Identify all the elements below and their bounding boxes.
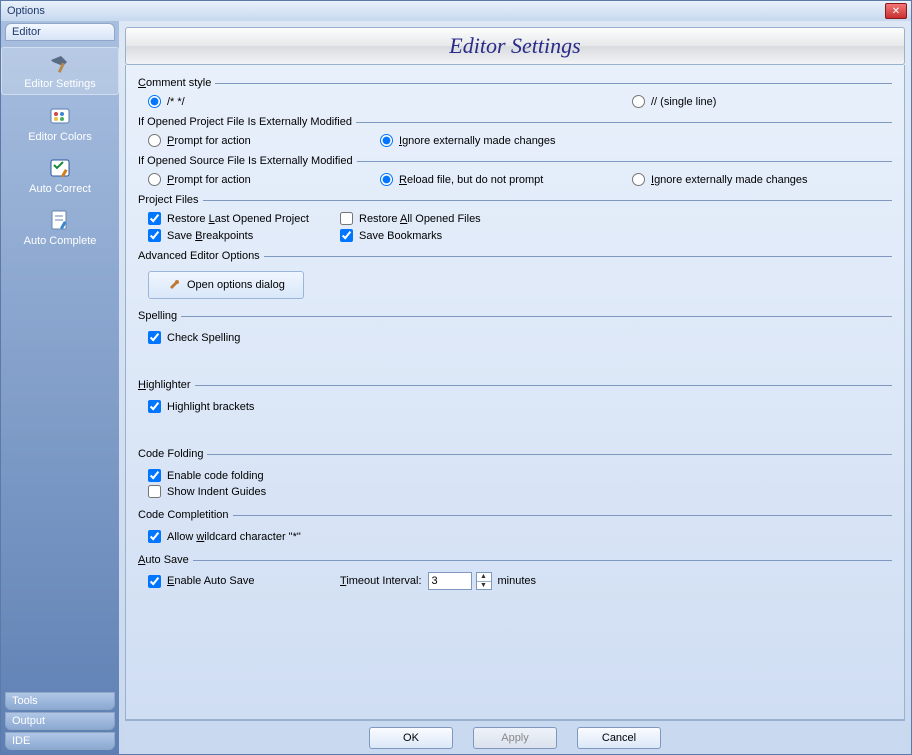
radio-comment-block[interactable]: /* */ bbox=[148, 95, 368, 108]
page-title: Editor Settings bbox=[449, 33, 580, 59]
hammer-icon bbox=[45, 50, 75, 76]
radio-source-prompt[interactable]: Prompt for action bbox=[148, 173, 368, 186]
close-icon[interactable]: ✕ bbox=[885, 3, 907, 19]
group-highlighter: Highlighter Highlight brackets bbox=[138, 379, 892, 440]
timeout-unit: minutes bbox=[498, 575, 537, 587]
sidebar-tab-ide[interactable]: IDE bbox=[5, 732, 115, 750]
window-title: Options bbox=[7, 5, 45, 17]
chevron-up-icon[interactable]: ▲ bbox=[477, 573, 491, 582]
wrench-icon bbox=[167, 278, 181, 292]
titlebar: Options ✕ bbox=[1, 1, 911, 21]
sidebar-item-auto-correct[interactable]: Auto Correct bbox=[1, 153, 119, 199]
check-show-indent-guides[interactable]: Show Indent Guides bbox=[148, 485, 266, 498]
apply-button[interactable]: Apply bbox=[473, 727, 557, 749]
check-enable-code-folding[interactable]: Enable code folding bbox=[148, 469, 264, 482]
timeout-label: Timeout Interval: bbox=[340, 575, 422, 587]
radio-comment-singleline[interactable]: // (single line) bbox=[632, 95, 892, 108]
page-header: Editor Settings bbox=[125, 27, 905, 65]
check-spelling[interactable]: Check Spelling bbox=[148, 331, 240, 344]
group-auto-save: Auto Save Enable Auto Save Timeout Inter… bbox=[138, 554, 892, 590]
sidebar-item-auto-complete[interactable]: Auto Complete bbox=[1, 205, 119, 251]
check-save-bookmarks[interactable]: Save Bookmarks bbox=[340, 229, 600, 242]
check-restore-all-files[interactable]: Restore All Opened Files bbox=[340, 212, 600, 225]
sidebar-tab-tools[interactable]: Tools bbox=[5, 692, 115, 710]
chevron-down-icon[interactable]: ▼ bbox=[477, 582, 491, 590]
dialog-footer: OK Apply Cancel bbox=[125, 720, 905, 754]
group-code-completion: Code Completition Allow wildcard charact… bbox=[138, 509, 892, 546]
radio-source-reload[interactable]: Reload file, but do not prompt bbox=[380, 173, 620, 186]
check-highlight-brackets[interactable]: Highlight brackets bbox=[148, 400, 254, 413]
group-code-folding: Code Folding Enable code folding Show In… bbox=[138, 448, 892, 501]
check-save-breakpoints[interactable]: Save Breakpoints bbox=[148, 229, 328, 242]
group-comment-style: CComment styleomment style /* */ // (sin… bbox=[138, 77, 892, 108]
sidebar-item-editor-settings[interactable]: Editor Settings bbox=[1, 47, 119, 95]
group-project-files: Project Files Restore Last Opened Projec… bbox=[138, 194, 892, 242]
checklist-icon bbox=[45, 155, 75, 181]
group-project-modified: If Opened Project File Is Externally Mod… bbox=[138, 116, 892, 147]
timeout-interval-input[interactable] bbox=[428, 572, 472, 590]
group-spelling: Spelling Check Spelling bbox=[138, 310, 892, 371]
document-pencil-icon bbox=[45, 207, 75, 233]
radio-source-ignore[interactable]: Ignore externally made changes bbox=[632, 173, 892, 186]
timeout-spinner[interactable]: ▲▼ bbox=[476, 572, 492, 590]
settings-content: CComment styleomment style /* */ // (sin… bbox=[125, 65, 905, 720]
check-enable-auto-save[interactable]: Enable Auto Save bbox=[148, 572, 328, 590]
sidebar-tab-editor[interactable]: Editor bbox=[5, 23, 115, 41]
radio-project-ignore[interactable]: Ignore externally made changes bbox=[380, 134, 620, 147]
palette-icon bbox=[45, 103, 75, 129]
sidebar-item-editor-colors[interactable]: Editor Colors bbox=[1, 101, 119, 147]
group-source-modified: If Opened Source File Is Externally Modi… bbox=[138, 155, 892, 186]
group-advanced-options: Advanced Editor Options Open options dia… bbox=[138, 250, 892, 302]
check-restore-last-project[interactable]: Restore Last Opened Project bbox=[148, 212, 328, 225]
open-options-dialog-button[interactable]: Open options dialog bbox=[148, 271, 304, 299]
radio-project-prompt[interactable]: Prompt for action bbox=[148, 134, 368, 147]
sidebar-tab-output[interactable]: Output bbox=[5, 712, 115, 730]
ok-button[interactable]: OK bbox=[369, 727, 453, 749]
cancel-button[interactable]: Cancel bbox=[577, 727, 661, 749]
sidebar: Editor Editor Settings Editor Colors Aut… bbox=[1, 21, 119, 754]
check-allow-wildcard[interactable]: Allow wildcard character "*" bbox=[148, 530, 301, 543]
